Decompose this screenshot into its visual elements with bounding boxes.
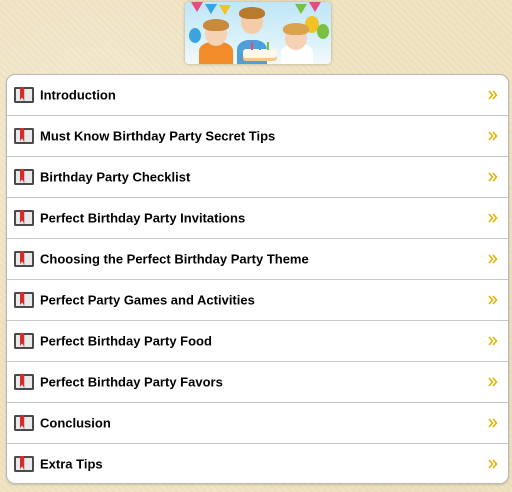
list-item[interactable]: Perfect Birthday Party Favors xyxy=(7,362,508,403)
list-item-label: Perfect Birthday Party Food xyxy=(40,333,212,349)
kid-hair xyxy=(239,7,265,19)
book-icon xyxy=(14,456,34,472)
list-item[interactable]: Perfect Birthday Party Food xyxy=(7,321,508,362)
list-item[interactable]: Perfect Party Games and Activities xyxy=(7,280,508,321)
chevron-right-icon xyxy=(488,377,498,387)
list-item[interactable]: Choosing the Perfect Birthday Party Them… xyxy=(7,239,508,280)
chevron-right-icon xyxy=(488,418,498,428)
book-icon xyxy=(14,128,34,144)
chevron-right-icon xyxy=(488,213,498,223)
balloon xyxy=(317,24,329,39)
book-icon xyxy=(14,87,34,103)
birthday-cake xyxy=(243,49,277,61)
bunting-flag xyxy=(309,2,321,12)
book-icon xyxy=(14,333,34,349)
list-item[interactable]: Must Know Birthday Party Secret Tips xyxy=(7,116,508,157)
bunting-flag xyxy=(219,5,231,15)
list-item[interactable]: Birthday Party Checklist xyxy=(7,157,508,198)
book-icon xyxy=(14,415,34,431)
list-item[interactable]: Conclusion xyxy=(7,403,508,444)
bunting-flag xyxy=(205,4,217,14)
kid-hair xyxy=(283,23,309,35)
list-item-label: Choosing the Perfect Birthday Party Them… xyxy=(40,251,309,267)
list-item-label: Extra Tips xyxy=(40,456,103,472)
list-item-label: Perfect Birthday Party Invitations xyxy=(40,210,246,226)
balloon xyxy=(189,28,201,43)
candle xyxy=(251,42,253,50)
bunting-flag xyxy=(191,2,203,12)
book-icon xyxy=(14,374,34,390)
candle xyxy=(267,42,269,50)
list-item-label: Conclusion xyxy=(40,415,111,431)
list-item-label: Must Know Birthday Party Secret Tips xyxy=(40,128,276,144)
chevron-right-icon xyxy=(488,336,498,346)
book-icon xyxy=(14,292,34,308)
chevron-right-icon xyxy=(488,90,498,100)
book-icon xyxy=(14,169,34,185)
list-item[interactable]: Perfect Birthday Party Invitations xyxy=(7,198,508,239)
chapter-list: Introduction Must Know Birthday Party Se… xyxy=(6,74,509,484)
book-icon xyxy=(14,251,34,267)
chevron-right-icon xyxy=(488,172,498,182)
list-item-label: Perfect Birthday Party Favors xyxy=(40,374,223,390)
candle xyxy=(259,42,261,50)
chevron-right-icon xyxy=(488,254,498,264)
chevron-right-icon xyxy=(488,459,498,469)
kid-hair xyxy=(203,19,229,31)
list-item[interactable]: Extra Tips xyxy=(7,444,508,483)
list-item-label: Perfect Party Games and Activities xyxy=(40,292,255,308)
list-item-label: Birthday Party Checklist xyxy=(40,169,191,185)
list-item-label: Introduction xyxy=(40,87,116,103)
chevron-right-icon xyxy=(488,295,498,305)
bunting-flag xyxy=(295,4,307,14)
book-icon xyxy=(14,210,34,226)
list-item[interactable]: Introduction xyxy=(7,75,508,116)
chevron-right-icon xyxy=(488,131,498,141)
header-banner-image xyxy=(185,2,331,64)
